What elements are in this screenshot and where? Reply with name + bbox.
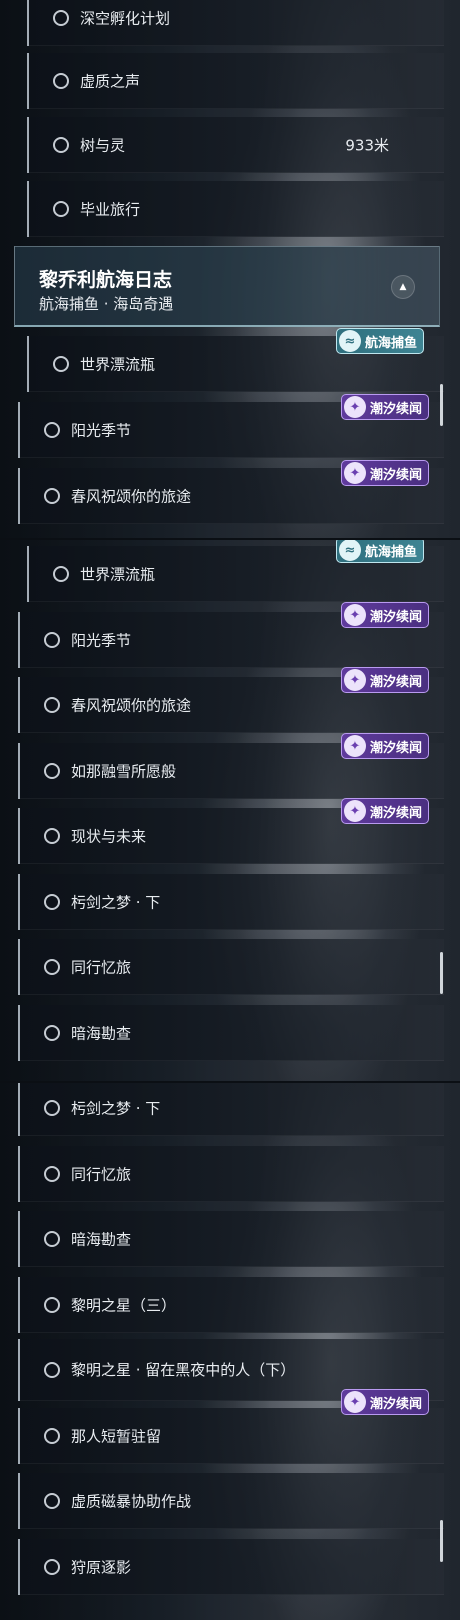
wave-sparkle-icon: ✦ — [344, 396, 366, 418]
quest-item[interactable]: 暗海勘查 — [18, 1211, 444, 1267]
quest-type-badge-tide: ✦ 潮汐续闻 — [341, 733, 430, 759]
quest-status-circle-icon — [44, 697, 60, 713]
quest-type-badge-sailing: ≈ 航海捕鱼 — [336, 328, 425, 354]
scrollbar-thumb[interactable] — [440, 1520, 443, 1562]
quest-label: 暗海勘查 — [71, 1024, 132, 1043]
quest-list-panel-1: 深空孵化计划 虚质之声 树与灵 933米 毕业旅行 黎乔利航海日志 航海捕鱼 ·… — [0, 0, 460, 538]
quest-item[interactable]: 杇剑之梦 · 下 — [18, 874, 444, 930]
quest-label: 虚质磁暴协助作战 — [71, 1492, 192, 1511]
badge-label: 潮汐续闻 — [370, 467, 423, 483]
quest-status-circle-icon — [44, 1559, 60, 1575]
quest-label: 树与灵 — [80, 136, 126, 155]
quest-group-subtitle: 航海捕鱼 · 海岛奇遇 — [39, 295, 174, 313]
quest-status-circle-icon — [53, 356, 69, 372]
quest-item[interactable]: 深空孵化计划 — [27, 0, 444, 46]
badge-label: 潮汐续闻 — [370, 805, 423, 821]
quest-label: 毕业旅行 — [80, 200, 141, 219]
quest-status-circle-icon — [53, 10, 69, 26]
wave-sparkle-icon: ✦ — [344, 735, 366, 757]
badge-label: 潮汐续闻 — [370, 609, 423, 625]
wave-sparkle-icon: ✦ — [344, 462, 366, 484]
quest-label: 世界漂流瓶 — [80, 565, 156, 584]
fish-wave-icon: ≈ — [339, 540, 361, 561]
quest-type-badge-tide: ✦ 潮汐续闻 — [341, 394, 430, 420]
quest-item[interactable]: 虚质磁暴协助作战 — [18, 1473, 444, 1529]
quest-label: 暗海勘查 — [71, 1230, 132, 1249]
badge-label: 潮汐续闻 — [370, 1396, 423, 1412]
quest-label: 现状与未来 — [71, 827, 147, 846]
quest-label: 同行忆旅 — [71, 1165, 132, 1184]
quest-status-circle-icon — [44, 632, 60, 648]
badge-label: 航海捕鱼 — [365, 335, 418, 351]
quest-status-circle-icon — [44, 422, 60, 438]
quest-item[interactable]: 那人短暂驻留 — [18, 1408, 444, 1464]
quest-item[interactable]: 虚质之声 — [27, 53, 444, 109]
wave-sparkle-icon: ✦ — [344, 800, 366, 822]
quest-list-panel-3: 杇剑之梦 · 下 同行忆旅 暗海勘查 黎明之星（三） 黎明之星 · 留在黑夜中的… — [0, 1083, 460, 1620]
quest-label: 同行忆旅 — [71, 958, 132, 977]
wave-sparkle-icon: ✦ — [344, 1391, 366, 1413]
quest-label: 阳光季节 — [71, 421, 132, 440]
quest-type-badge-tide: ✦ 潮汐续闻 — [341, 667, 430, 693]
quest-label: 狩原逐影 — [71, 1558, 132, 1577]
quest-status-circle-icon — [53, 73, 69, 89]
quest-status-circle-icon — [44, 894, 60, 910]
quest-label: 杇剑之梦 · 下 — [71, 893, 161, 912]
quest-status-circle-icon — [44, 1231, 60, 1247]
quest-label: 虚质之声 — [80, 72, 141, 91]
quest-status-circle-icon — [44, 488, 60, 504]
scrollbar-thumb[interactable] — [440, 384, 443, 426]
quest-status-circle-icon — [53, 566, 69, 582]
quest-type-badge-sailing: ≈ 航海捕鱼 — [336, 540, 425, 563]
collapse-arrow-icon[interactable]: ▲ — [391, 275, 415, 299]
quest-status-circle-icon — [44, 959, 60, 975]
quest-status-circle-icon — [44, 1493, 60, 1509]
quest-list-panel-2: 世界漂流瓶 ≈ 航海捕鱼 阳光季节 ✦ 潮汐续闻 春风祝颂你的旅途 ✦ 潮汐续闻… — [0, 540, 460, 1081]
badge-label: 潮汐续闻 — [370, 740, 423, 756]
quest-item[interactable]: 同行忆旅 — [18, 1146, 444, 1202]
quest-status-circle-icon — [53, 137, 69, 153]
quest-status-circle-icon — [44, 1025, 60, 1041]
quest-group-title: 黎乔利航海日志 — [39, 269, 173, 291]
quest-label: 春风祝颂你的旅途 — [71, 487, 192, 506]
quest-label: 黎明之星（三） — [71, 1296, 177, 1315]
wave-sparkle-icon: ✦ — [344, 604, 366, 626]
quest-status-circle-icon — [44, 1297, 60, 1313]
badge-label: 航海捕鱼 — [365, 544, 418, 560]
quest-type-badge-tide: ✦ 潮汐续闻 — [341, 1389, 430, 1415]
quest-label: 世界漂流瓶 — [80, 355, 156, 374]
quest-item[interactable]: 狩原逐影 — [18, 1539, 444, 1595]
scrollbar-thumb[interactable] — [440, 952, 443, 994]
quest-status-circle-icon — [53, 201, 69, 217]
quest-item[interactable]: 树与灵 933米 — [27, 117, 444, 173]
quest-item[interactable]: 黎明之星（三） — [18, 1277, 444, 1333]
quest-label: 阳光季节 — [71, 631, 132, 650]
badge-label: 潮汐续闻 — [370, 401, 423, 417]
quest-label: 杇剑之梦 · 下 — [71, 1099, 161, 1118]
quest-item[interactable]: 同行忆旅 — [18, 939, 444, 995]
quest-status-circle-icon — [44, 828, 60, 844]
quest-status-circle-icon — [44, 1166, 60, 1182]
quest-status-circle-icon — [44, 763, 60, 779]
quest-group-header[interactable]: 黎乔利航海日志 航海捕鱼 · 海岛奇遇 ▲ — [14, 246, 440, 327]
quest-type-badge-tide: ✦ 潮汐续闻 — [341, 602, 430, 628]
quest-item[interactable]: 暗海勘查 — [18, 1005, 444, 1061]
quest-label: 黎明之星 · 留在黑夜中的人（下） — [71, 1361, 296, 1379]
quest-status-circle-icon — [44, 1428, 60, 1444]
quest-distance: 933米 — [345, 136, 389, 155]
quest-status-circle-icon — [44, 1362, 60, 1378]
quest-type-badge-tide: ✦ 潮汐续闻 — [341, 460, 430, 486]
quest-status-circle-icon — [44, 1100, 60, 1116]
fish-wave-icon: ≈ — [339, 330, 361, 352]
quest-item[interactable]: 杇剑之梦 · 下 — [18, 1083, 444, 1136]
quest-label: 深空孵化计划 — [80, 9, 171, 28]
badge-label: 潮汐续闻 — [370, 674, 423, 690]
quest-type-badge-tide: ✦ 潮汐续闻 — [341, 798, 430, 824]
quest-label: 那人短暂驻留 — [71, 1427, 162, 1446]
quest-label: 春风祝颂你的旅途 — [71, 696, 192, 715]
quest-item[interactable]: 毕业旅行 — [27, 181, 444, 237]
wave-sparkle-icon: ✦ — [344, 669, 366, 691]
quest-label: 如那融雪所愿般 — [71, 762, 177, 781]
